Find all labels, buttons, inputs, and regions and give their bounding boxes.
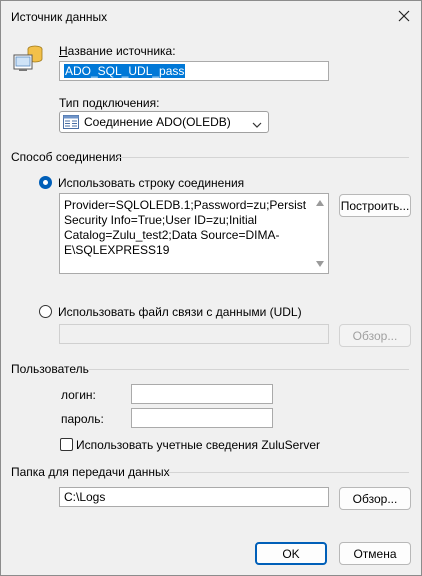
dialog-window: Источник данных Название источника: ADO_…: [0, 0, 422, 576]
use-connection-string-radio[interactable]: [39, 176, 52, 189]
close-button[interactable]: [391, 4, 417, 28]
window-title: Источник данных: [11, 10, 108, 24]
ado-connection-icon: [63, 115, 79, 129]
folder-group-divider: [167, 472, 409, 473]
connection-group-title: Способ соединения: [11, 150, 122, 164]
connection-string-text: Provider=SQLOLEDB.1;Password=zu;Persist …: [64, 198, 310, 257]
source-name-label: Название источника:: [59, 44, 176, 58]
connection-group-divider: [117, 157, 409, 158]
connection-type-value: Соединение ADO(OLEDB): [84, 115, 231, 129]
folder-group-title: Папка для передачи данных: [11, 465, 170, 479]
connection-type-label: Тип подключения:: [59, 96, 160, 110]
chevron-down-icon: [252, 118, 262, 132]
udl-browse-button[interactable]: Обзор...: [339, 324, 411, 347]
password-input[interactable]: [131, 408, 273, 428]
use-zulu-credentials-label[interactable]: Использовать учетные сведения ZuluServer: [76, 438, 320, 452]
ok-button[interactable]: OK: [255, 542, 327, 565]
source-name-input[interactable]: ADO_SQL_UDL_pass: [59, 61, 329, 81]
scroll-up-icon[interactable]: [316, 200, 324, 206]
password-label: пароль:: [61, 412, 104, 426]
source-name-value: ADO_SQL_UDL_pass: [64, 64, 186, 78]
udl-file-input[interactable]: [59, 324, 329, 344]
close-icon: [398, 10, 410, 22]
connection-type-select[interactable]: Соединение ADO(OLEDB): [59, 111, 269, 133]
title-bar[interactable]: Источник данных: [1, 1, 421, 32]
scroll-down-icon[interactable]: [316, 261, 324, 267]
folder-browse-button[interactable]: Обзор...: [339, 487, 411, 510]
use-udl-radio[interactable]: [39, 305, 52, 318]
use-zulu-credentials-checkbox[interactable]: [60, 438, 73, 451]
cancel-button[interactable]: Отмена: [339, 542, 411, 565]
data-source-icon: [13, 43, 45, 76]
folder-path-input[interactable]: C:\Logs: [59, 487, 329, 507]
connection-string-scrollbar[interactable]: [312, 194, 328, 273]
use-udl-label[interactable]: Использовать файл связи с данными (UDL): [58, 305, 302, 319]
use-connection-string-label[interactable]: Использовать строку соединения: [58, 176, 244, 190]
user-group-divider: [89, 369, 409, 370]
connection-string-textarea[interactable]: Provider=SQLOLEDB.1;Password=zu;Persist …: [59, 193, 329, 274]
user-group-title: Пользователь: [11, 362, 89, 376]
login-label: логин:: [61, 388, 96, 402]
login-input[interactable]: [131, 384, 273, 404]
build-button[interactable]: Построить...: [339, 194, 411, 217]
